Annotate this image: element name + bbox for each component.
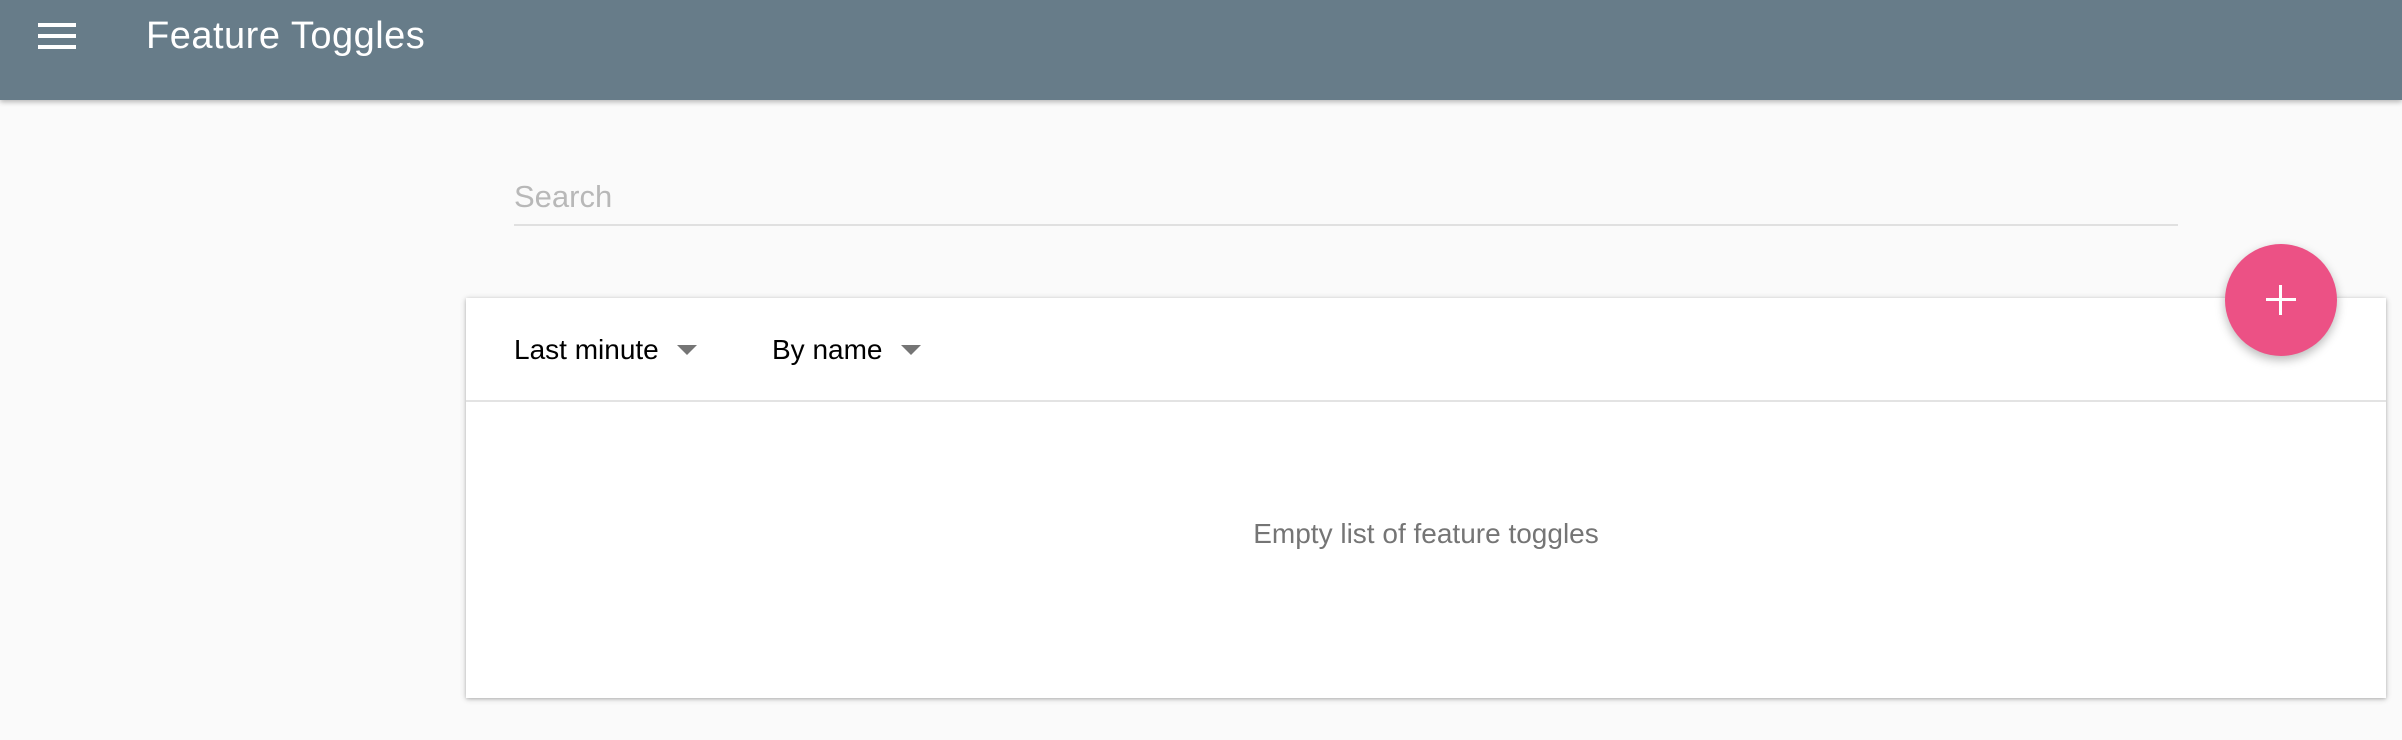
list-toolbar: Last minute By name (466, 298, 2386, 402)
plus-icon (2266, 285, 2296, 315)
page-title: Feature Toggles (146, 15, 426, 57)
menu-icon (38, 23, 76, 49)
sort-label: By name (772, 334, 883, 365)
menu-button[interactable] (28, 12, 86, 60)
chevron-down-icon (900, 345, 921, 355)
app-bar: Feature Toggles (0, 0, 2402, 100)
chevron-down-icon (676, 345, 697, 355)
add-feature-toggle-button[interactable] (2225, 244, 2337, 356)
time-range-label: Last minute (514, 334, 659, 365)
time-range-dropdown[interactable]: Last minute (514, 328, 697, 372)
empty-list-message: Empty list of feature toggles (1253, 518, 1599, 549)
feature-toggle-list-card: Last minute By name Empty list of featur… (466, 298, 2386, 698)
sort-dropdown[interactable]: By name (772, 328, 921, 372)
search-input[interactable] (514, 170, 2178, 224)
search-field (514, 170, 2178, 226)
